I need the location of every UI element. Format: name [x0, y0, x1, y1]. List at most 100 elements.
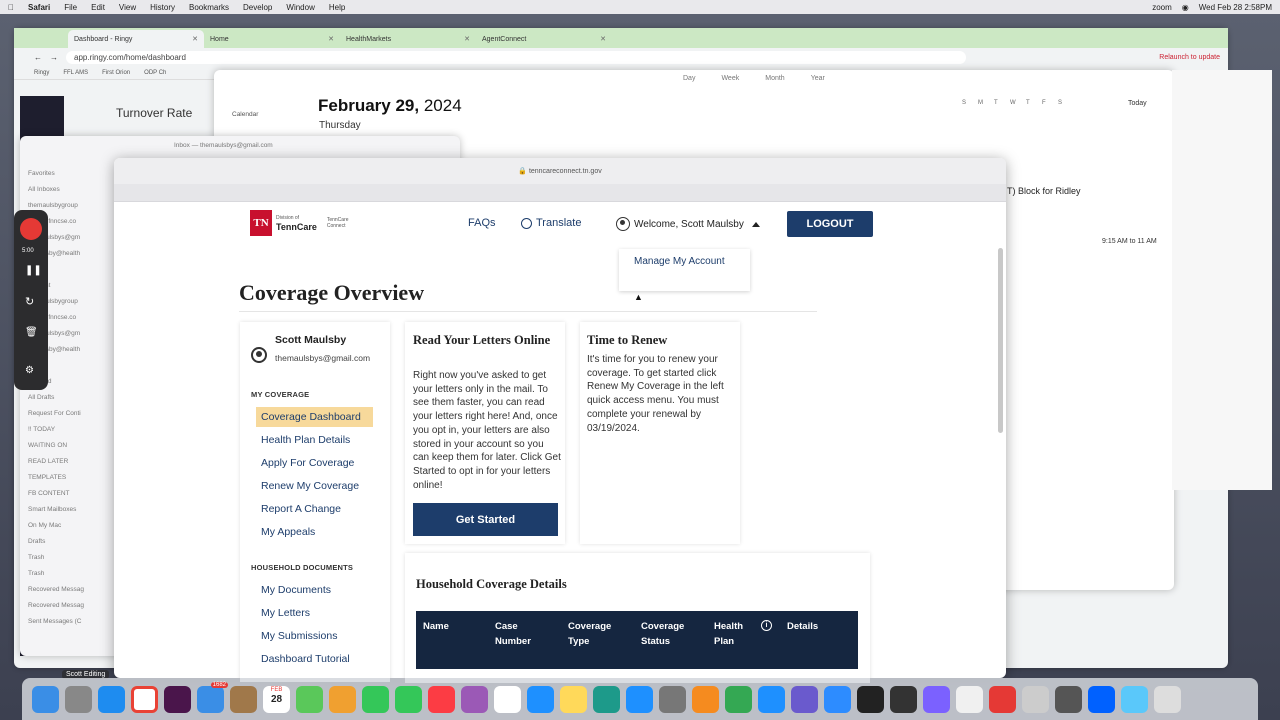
nav-faqs[interactable]: FAQs [468, 217, 496, 229]
numbers-icon[interactable] [725, 685, 752, 713]
contacts-icon[interactable] [230, 685, 257, 713]
nav-my-submissions[interactable]: My Submissions [261, 630, 337, 642]
screen-icon[interactable] [1055, 685, 1082, 713]
tab-week[interactable]: Week [721, 75, 739, 82]
tab-home[interactable]: Home ✕ [204, 30, 340, 48]
mail-folder[interactable]: Recovered Messag [28, 598, 84, 614]
facetime-icon[interactable] [395, 685, 422, 713]
podcasts-icon[interactable] [461, 685, 488, 713]
mail-folder[interactable]: All Inboxes [28, 182, 84, 198]
tab-healthmarkets[interactable]: HealthMarkets ✕ [340, 30, 476, 48]
mail-folder[interactable]: READ LATER [28, 454, 84, 470]
menu-file[interactable]: File [64, 3, 77, 12]
menu-edit[interactable]: Edit [91, 3, 105, 12]
settings-icon[interactable]: ⚙ [25, 365, 34, 376]
mail-folder[interactable]: Trash [28, 550, 84, 566]
notes-icon[interactable] [560, 685, 587, 713]
settings-app-icon[interactable] [659, 685, 686, 713]
pause-icon[interactable]: ❚❚ [25, 265, 42, 276]
appstore-icon[interactable] [527, 685, 554, 713]
nav-my-documents[interactable]: My Documents [261, 584, 331, 596]
mail-folder[interactable]: Recovered Messag [28, 582, 84, 598]
tab-agentconnect[interactable]: AgentConnect ✕ [476, 30, 612, 48]
page-scrollbar[interactable] [998, 248, 1003, 433]
menu-app-name[interactable]: Safari [28, 3, 50, 12]
close-icon[interactable]: ✕ [192, 35, 198, 43]
mail-folder[interactable]: TEMPLATES [28, 470, 84, 486]
photos-icon[interactable] [329, 685, 356, 713]
close-icon[interactable]: ✕ [464, 35, 470, 43]
mail-folder[interactable]: WAITING ON [28, 438, 84, 454]
zoom-icon[interactable] [791, 685, 818, 713]
menu-develop[interactable]: Develop [243, 3, 272, 12]
clock[interactable]: Wed Feb 28 2:58PM [1199, 3, 1272, 12]
bookmark-ringy[interactable]: Ringy [34, 70, 49, 76]
mail-icon[interactable]: 1682 [197, 681, 228, 713]
get-started-button[interactable]: Get Started [413, 503, 558, 536]
appstore2-icon[interactable] [626, 685, 653, 713]
bookmark-odp[interactable]: ODP Ch [144, 70, 166, 76]
menu-history[interactable]: History [150, 3, 175, 12]
obs-icon[interactable] [890, 685, 917, 713]
safari-address[interactable]: tenncareconnect.tn.gov [529, 168, 602, 175]
mail-folder[interactable]: FB CONTENT [28, 486, 84, 502]
dropbox-icon[interactable] [1088, 685, 1115, 713]
maps-icon[interactable] [296, 685, 323, 713]
mail-folder[interactable]: Favorites [28, 166, 84, 182]
bookmark-ffl-ams[interactable]: FFL AMS [63, 70, 88, 76]
mail-folder[interactable]: Request For Conti [28, 406, 84, 422]
wifi-icon[interactable]: ◉ [1182, 3, 1189, 12]
trash-icon[interactable]: 🗑 [25, 327, 38, 338]
menu-window[interactable]: Window [286, 3, 314, 12]
preview-icon[interactable] [956, 685, 983, 713]
nav-translate[interactable]: Translate [521, 217, 581, 229]
keynote-icon[interactable] [758, 685, 785, 713]
trash-dock-icon[interactable] [1154, 685, 1181, 713]
nav-coverage-dashboard[interactable]: Coverage Dashboard [261, 411, 361, 423]
record-stop-button[interactable] [20, 218, 42, 240]
back-icon[interactable]: ← [34, 53, 42, 62]
calendar-list-item[interactable]: Calendar [232, 111, 258, 118]
mail-folder[interactable]: Smart Mailboxes [28, 502, 84, 518]
nav-my-letters[interactable]: My Letters [261, 607, 310, 619]
chrome-address[interactable]: app.ringy.com/home/dashboard [66, 50, 966, 64]
disk-utility-icon[interactable] [1022, 685, 1049, 713]
finder-icon[interactable] [32, 685, 59, 713]
restart-icon[interactable]: ↻ [25, 295, 34, 308]
nav-my-appeals[interactable]: My Appeals [261, 526, 315, 538]
logout-button[interactable]: LOGOUT [787, 211, 873, 237]
mail-folder[interactable]: Drafts [28, 534, 84, 550]
bookmark-first-orion[interactable]: First Orion [102, 70, 130, 76]
forward-icon[interactable]: → [50, 53, 58, 62]
pages-icon[interactable] [692, 685, 719, 713]
nav-apply-for-coverage[interactable]: Apply For Coverage [261, 457, 354, 469]
calendar-icon[interactable]: FEB 28 [263, 685, 290, 713]
downloads-folder-icon[interactable] [1121, 685, 1148, 713]
mail-folder[interactable]: On My Mac [28, 518, 84, 534]
menu-view[interactable]: View [119, 3, 136, 12]
app-icon[interactable] [989, 685, 1016, 713]
mail-folder[interactable]: !! TODAY [28, 422, 84, 438]
nav-renew-my-coverage[interactable]: Renew My Coverage [261, 480, 359, 492]
menu-bookmarks[interactable]: Bookmarks [189, 3, 229, 12]
chrome-icon[interactable] [131, 685, 158, 713]
tab-year[interactable]: Year [811, 75, 825, 82]
freeform-icon[interactable] [593, 685, 620, 713]
manage-account-link[interactable]: Manage My Account [634, 256, 725, 267]
music-icon[interactable] [428, 685, 455, 713]
reminders-icon[interactable] [494, 685, 521, 713]
tab-ringy[interactable]: Dashboard - Ringy ✕ [68, 30, 204, 48]
today-button[interactable]: Today [1128, 100, 1147, 107]
close-icon[interactable]: ✕ [600, 35, 606, 43]
slack-icon[interactable] [164, 685, 191, 713]
mail-folder[interactable]: Sent Messages (C [28, 614, 84, 630]
close-icon[interactable]: ✕ [328, 35, 334, 43]
tab-day[interactable]: Day [683, 75, 695, 82]
menu-help[interactable]: Help [329, 3, 345, 12]
account-menu-toggle[interactable]: Welcome, Scott Maulsby [616, 217, 760, 231]
apple-icon[interactable]:  [8, 3, 14, 12]
safari-icon[interactable] [98, 685, 125, 713]
info-icon[interactable]: i [761, 620, 772, 631]
event-title[interactable]: T) Block for Ridley [1007, 186, 1081, 196]
imovie-icon[interactable] [923, 685, 950, 713]
